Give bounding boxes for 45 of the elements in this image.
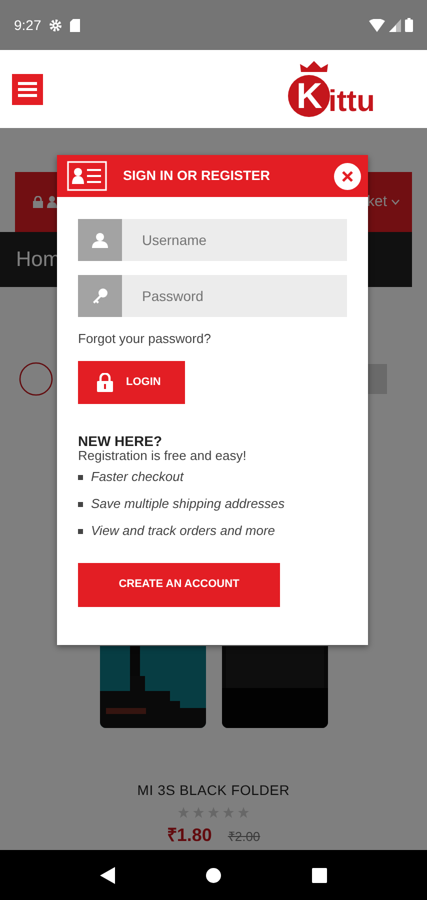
dialog-title: SIGN IN OR REGISTER [123,166,270,185]
section-heading: NEW HERE? [78,434,163,450]
menu-button[interactable] [12,74,43,104]
signal-icon [389,18,401,32]
old-price: ₹2.00 [228,828,260,846]
bullet [78,502,83,507]
product-title[interactable]: MI 3S BLACK FOLDER [137,780,290,801]
lock-icon [33,196,43,208]
create-account-button[interactable]: CREATE AN ACCOUNT [78,562,280,607]
close-icon [342,170,353,182]
battery-icon [405,18,413,32]
crown-icon [300,61,328,73]
lock-icon [97,373,113,392]
id-card-icon [67,161,107,191]
circle-outline [19,362,53,396]
home-icon[interactable] [206,868,221,882]
back-icon[interactable] [100,866,116,884]
product-price: ₹1.80 [166,824,212,847]
login-button[interactable]: LOGIN [78,361,185,404]
forgot-password-link[interactable]: Forgot your password? [78,329,211,348]
account-label: ket [366,192,387,212]
clock-time: 9:27 [14,16,42,34]
registration-text: Registration is free and easy! [78,449,248,464]
star-icon [223,807,234,818]
wifi-icon [369,18,385,32]
star-icon [238,807,249,818]
benefit-text: Save multiple shipping addresses [91,495,285,514]
user-icon [78,219,122,261]
bullet [78,528,83,534]
star-icon [208,807,219,818]
chevron-down-icon [391,199,400,205]
sd-card-icon [70,18,80,32]
benefit-text: View and track orders and more [91,522,276,540]
username-field[interactable]: Username [122,219,347,261]
bullet [78,474,83,480]
settings-icon [49,18,62,32]
recents-icon[interactable] [312,868,327,882]
star-icon [193,807,204,818]
star-icon [178,807,189,818]
password-field[interactable]: Password [122,275,347,317]
benefit-text: Faster checkout [91,468,184,486]
key-icon [78,275,122,317]
logo[interactable]: K ittu [288,61,375,117]
close-button[interactable] [334,162,361,190]
menu-icon [18,82,37,96]
